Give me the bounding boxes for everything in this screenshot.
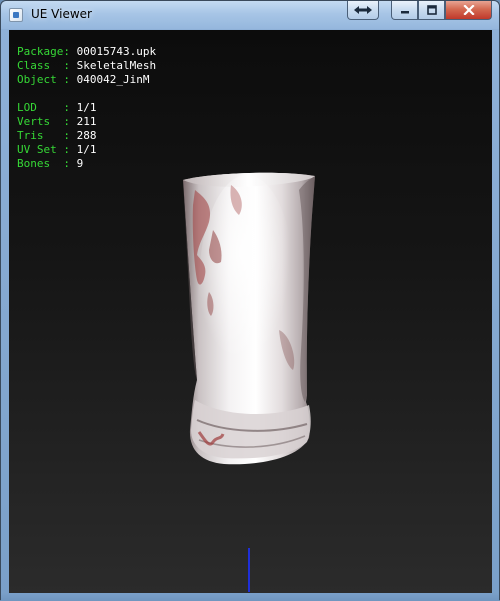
ue-viewer-window: UE Viewer Package: 00015743.upk Class : … <box>0 0 500 601</box>
viewport-3d[interactable]: Package: 00015743.upk Class : SkeletalMe… <box>9 30 492 593</box>
window-title: UE Viewer <box>31 7 92 21</box>
up-axis-indicator <box>248 548 250 592</box>
maximize-icon <box>426 5 437 15</box>
resize-toggle-button[interactable] <box>347 1 379 20</box>
minimize-button[interactable] <box>391 1 418 20</box>
close-icon <box>462 5 475 15</box>
minimize-icon <box>400 11 409 14</box>
ue-viewer-app-icon <box>9 8 23 22</box>
title-bar[interactable]: UE Viewer <box>1 1 499 29</box>
close-button[interactable] <box>445 1 492 20</box>
double-arrow-icon <box>354 6 372 14</box>
maximize-button[interactable] <box>418 1 445 20</box>
skeletal-mesh-render <box>183 172 315 465</box>
